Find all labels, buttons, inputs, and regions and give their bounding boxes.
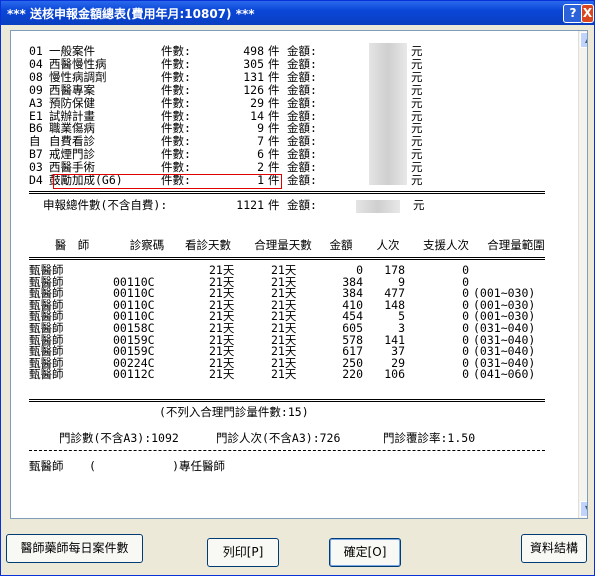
redacted-amounts — [369, 43, 407, 185]
vertical-scrollbar[interactable]: ▲ ▼ — [578, 31, 587, 518]
doctor-name: 甄醫師 — [29, 367, 64, 381]
column-header: 醫 師 — [54, 238, 90, 252]
ok-button[interactable]: 確定[O] — [329, 538, 401, 567]
data-structure-button[interactable]: 資料結構 — [521, 534, 587, 563]
total-label: 申報總件數(不含自費): — [43, 198, 168, 212]
print-button[interactable]: 列印[P] — [207, 538, 279, 567]
header-divider — [29, 257, 545, 260]
column-header: 看診天數 — [185, 238, 231, 252]
visit-days: 21天 — [209, 367, 235, 381]
close-button[interactable]: X — [581, 4, 594, 23]
window-title: *** 送核申報金額總表(費用年月:10807) *** — [7, 7, 255, 21]
report-dialog: *** 送核申報金額總表(費用年月:10807) *** ? X ▲ ▼ 01一… — [0, 0, 595, 576]
stats-divider — [29, 450, 545, 451]
column-header: 支援人次 — [423, 238, 469, 252]
help-button[interactable]: ? — [563, 4, 583, 23]
outpatient-visits: 門診人次(不含A3):726 — [216, 431, 341, 445]
summary-divider — [29, 191, 545, 194]
column-header: 金額 — [329, 238, 353, 252]
attending-paren: ( )專任醫師 — [89, 459, 226, 473]
support-visits: 0 — [462, 367, 469, 381]
attending-doctor: 甄醫師 — [29, 459, 64, 473]
scroll-up-icon[interactable]: ▲ — [580, 32, 587, 48]
excluded-note: (不列入合理門診量件數:15) — [159, 405, 309, 419]
column-header: 合理量天數 — [254, 238, 312, 252]
reasonable-days: 21天 — [271, 367, 297, 381]
scroll-down-icon[interactable]: ▼ — [580, 501, 587, 517]
total-unit: 件 — [268, 198, 280, 212]
redacted-total-amount — [356, 200, 400, 213]
outpatient-count: 門診數(不含A3):1092 — [59, 431, 179, 445]
total-currency: 元 — [413, 198, 425, 212]
column-header: 診察碼 — [129, 238, 165, 252]
diagnosis-code: 00112C — [113, 367, 155, 381]
total-count: 1121 — [236, 198, 264, 212]
report-area: ▲ ▼ 01一般案件件數:498件金額:元04西醫慢性病件數:305件金額:元0… — [10, 30, 588, 519]
total-amount-label: 金額: — [287, 198, 317, 212]
summary-amount-label: 金額: — [287, 173, 317, 187]
highlight-frame — [53, 174, 282, 189]
revisit-rate: 門診覆診率:1.50 — [383, 431, 476, 445]
summary-currency: 元 — [411, 173, 423, 187]
table-divider — [29, 399, 545, 402]
title-bar: *** 送核申報金額總表(費用年月:10807) *** ? X — [1, 1, 594, 25]
amount: 220 — [342, 367, 363, 381]
column-header: 人次 — [376, 238, 400, 252]
visits: 106 — [384, 367, 405, 381]
daily-cases-button[interactable]: 醫師藥師每日案件數 — [6, 534, 143, 563]
column-header: 合理量範圍 — [487, 238, 545, 252]
reasonable-range: (041~060) — [473, 367, 536, 381]
summary-code: D4 — [29, 173, 43, 187]
